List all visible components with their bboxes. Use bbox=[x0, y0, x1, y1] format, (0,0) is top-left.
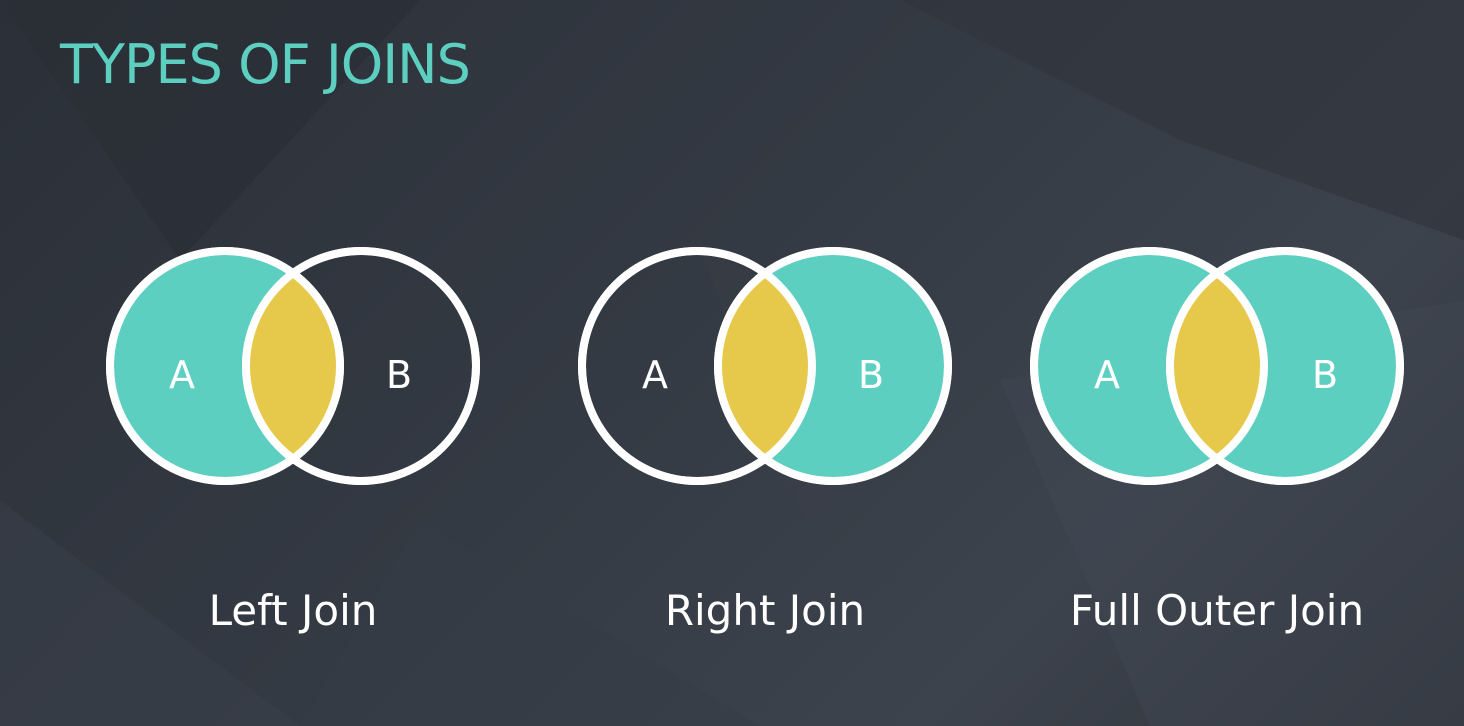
left-join-caption: Left Join bbox=[208, 586, 378, 635]
full-outer-join-venn: A B bbox=[1030, 247, 1404, 485]
full-join-label-a: A bbox=[1094, 353, 1120, 397]
left-join-label-a: A bbox=[169, 353, 195, 397]
right-join-venn: A B bbox=[578, 247, 952, 485]
left-join-label-b: B bbox=[386, 353, 412, 397]
full-outer-join-caption: Full Outer Join bbox=[1069, 586, 1365, 635]
full-join-label-b: B bbox=[1312, 353, 1338, 397]
right-join-label-b: B bbox=[858, 353, 884, 397]
left-join-venn: A B bbox=[106, 247, 480, 485]
right-join-label-a: A bbox=[642, 353, 668, 397]
right-join-caption: Right Join bbox=[664, 586, 866, 635]
